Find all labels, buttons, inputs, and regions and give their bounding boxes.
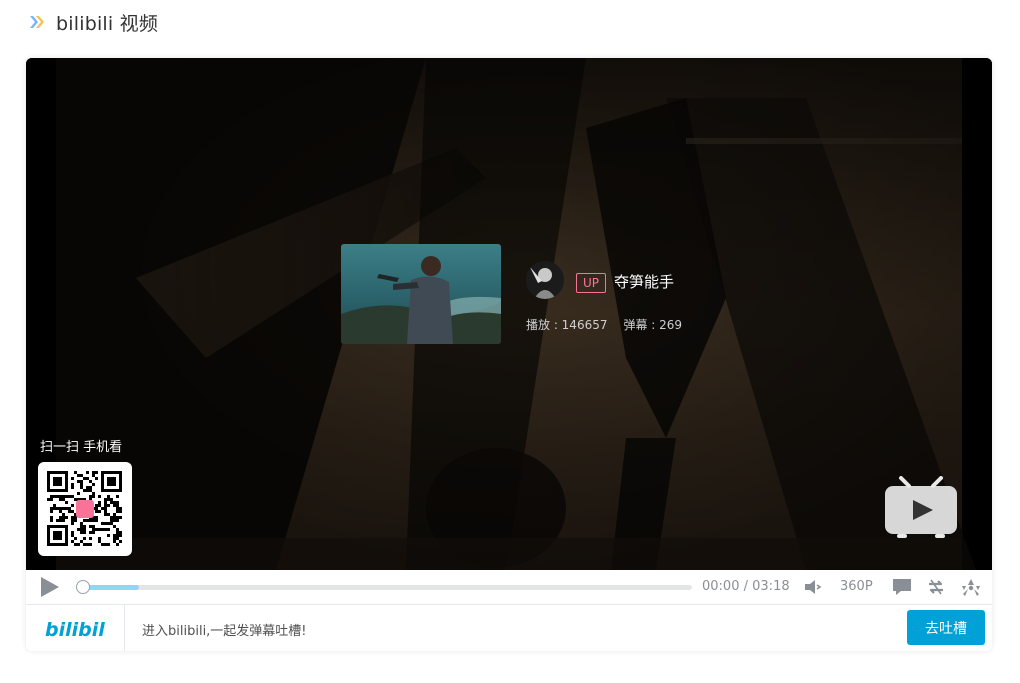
bilibili-tv-icon [883, 476, 959, 540]
danmaku-prompt: 进入bilibili,一起发弹幕吐槽! [142, 624, 307, 639]
danmaku-bar: bilibili 进入bilibili,一起发弹幕吐槽! 去吐槽 [26, 604, 992, 651]
loop-icon[interactable] [926, 578, 946, 596]
time-display: 00:00 / 03:18 [702, 579, 790, 594]
page-title: bilibili 视频 [56, 12, 159, 35]
danmaku-icon[interactable] [892, 578, 912, 596]
duration: 03:18 [752, 579, 790, 594]
video-player[interactable]: UP 夺笋能手 播放 : 146657 弹幕 : 269 扫一扫 手机看 [26, 58, 992, 570]
bilibili-logo[interactable]: bilibili [26, 605, 125, 651]
page-header: bilibili 视频 [28, 8, 158, 36]
up-badge: UP [576, 273, 607, 293]
progress-bar[interactable] [76, 580, 692, 594]
video-vignette [26, 58, 992, 570]
logo-text: bilibili [45, 619, 105, 641]
video-card: UP 夺笋能手 播放 : 146657 弹幕 : 269 扫一扫 手机看 00:… [26, 58, 992, 651]
qr-code [38, 462, 132, 556]
radiation-icon[interactable] [960, 577, 982, 597]
up-name[interactable]: 夺笋能手 [614, 271, 674, 292]
bilibili-wordmark-icon: bilibili [45, 619, 105, 641]
progress-knob[interactable] [76, 580, 90, 594]
play-icon[interactable] [38, 576, 60, 598]
play-count: 播放 : 146657 [526, 318, 608, 332]
time-separator: / [743, 579, 748, 594]
video-stats: 播放 : 146657 弹幕 : 269 [526, 316, 682, 333]
video-thumbnail[interactable] [341, 244, 501, 344]
progress-track [78, 585, 692, 590]
danmaku-count: 弹幕 : 269 [623, 318, 683, 332]
up-avatar[interactable] [526, 261, 564, 299]
player-controls: 00:00 / 03:18 360P [26, 570, 992, 604]
scan-to-watch-label: 扫一扫 手机看 [40, 440, 123, 455]
bilibili-chevron-icon [28, 13, 46, 31]
go-comment-button[interactable]: 去吐槽 [907, 610, 985, 645]
current-time: 00:00 [702, 579, 740, 594]
quality-selector[interactable]: 360P [840, 579, 873, 594]
volume-icon[interactable] [804, 579, 822, 595]
